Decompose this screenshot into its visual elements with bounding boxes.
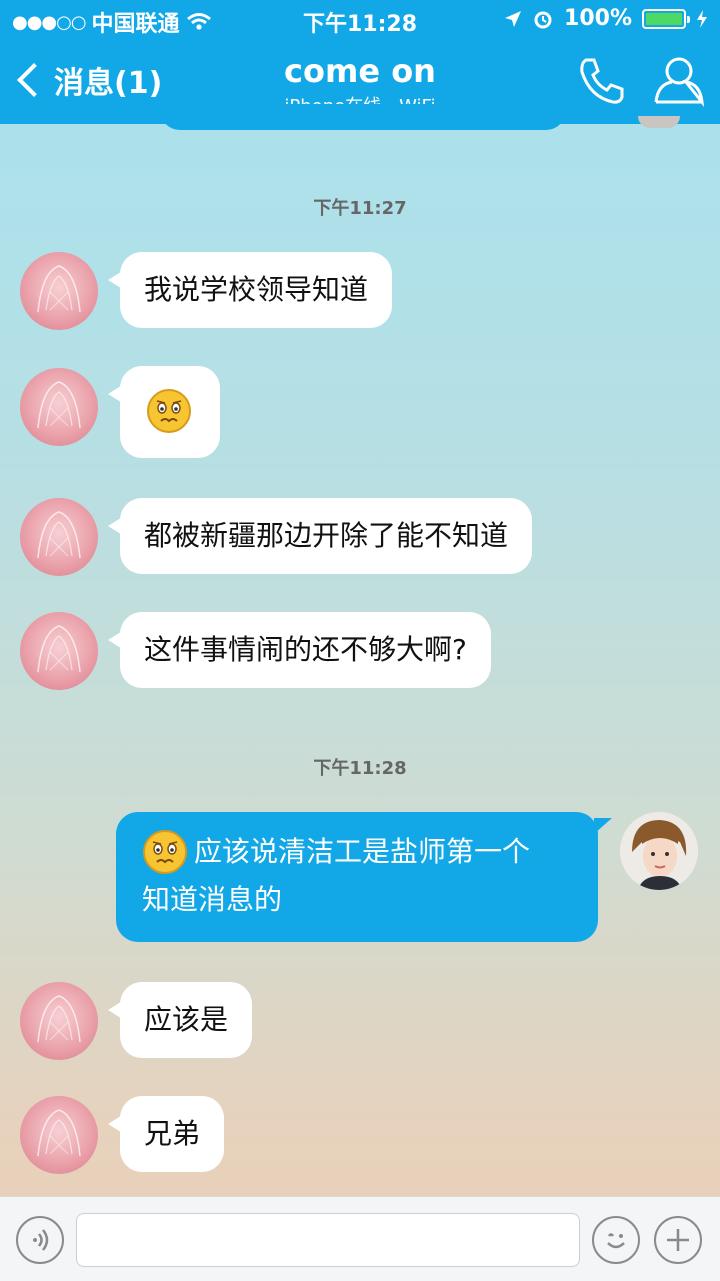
avatar-pattern-icon (37, 995, 81, 1043)
outgoing-message[interactable]: 应该说清洁工是盐师第一个 知道消息的 (116, 812, 612, 942)
incoming-message[interactable]: 我说学校领导知道 (107, 252, 393, 328)
avatar-pattern-icon (37, 1109, 81, 1157)
message-input[interactable] (76, 1213, 580, 1267)
profile-icon[interactable] (650, 54, 708, 108)
previous-avatar (638, 116, 680, 128)
status-bar: ●●●○○ 中国联通 下午11:28 100% (0, 0, 720, 40)
my-avatar[interactable] (620, 812, 698, 890)
portrait-avatar-icon (620, 812, 698, 890)
battery-percent: 100% (564, 6, 632, 31)
message-text: 知道消息的 (142, 883, 283, 916)
message-text: 应该说清洁工是盐师第一个 (194, 835, 531, 868)
phone-icon[interactable] (574, 54, 628, 108)
emoji-icon[interactable] (592, 1216, 640, 1264)
worried-emoji-icon (147, 389, 191, 433)
avatar-pattern-icon (37, 511, 81, 559)
contact-avatar[interactable] (20, 1096, 98, 1174)
timestamp: 下午11:28 (313, 758, 407, 779)
contact-avatar[interactable] (20, 252, 98, 330)
timestamp: 下午11:27 (313, 198, 407, 219)
incoming-message[interactable]: 都被新疆那边开除了能不知道 (107, 498, 533, 574)
input-bar (0, 1196, 720, 1281)
message-text: 这件事情闹的还不够大啊? (144, 633, 467, 666)
incoming-message[interactable]: 应该是 (107, 982, 253, 1058)
plus-icon[interactable] (654, 1216, 702, 1264)
incoming-message[interactable]: 兄弟 (107, 1096, 225, 1172)
previous-message-bubble (160, 104, 566, 130)
contact-avatar[interactable] (20, 612, 98, 690)
avatar-pattern-icon (37, 265, 81, 313)
message-text: 应该是 (144, 1003, 229, 1036)
message-text: 兄弟 (144, 1117, 201, 1150)
message-text: 都被新疆那边开除了能不知道 (144, 519, 509, 552)
location-arrow-icon (505, 10, 522, 27)
contact-avatar[interactable] (20, 368, 98, 446)
avatar-pattern-icon (37, 625, 81, 673)
incoming-message[interactable] (108, 366, 220, 458)
alarm-icon (534, 11, 552, 28)
incoming-message[interactable]: 这件事情闹的还不够大啊? (108, 612, 491, 688)
charging-icon (697, 9, 707, 28)
contact-avatar[interactable] (20, 498, 98, 576)
avatar-pattern-icon (37, 381, 81, 429)
battery-icon (642, 8, 690, 29)
voice-icon[interactable] (16, 1216, 64, 1264)
worried-emoji-icon (143, 830, 187, 874)
message-text: 我说学校领导知道 (144, 273, 369, 306)
contact-avatar[interactable] (20, 982, 98, 1060)
